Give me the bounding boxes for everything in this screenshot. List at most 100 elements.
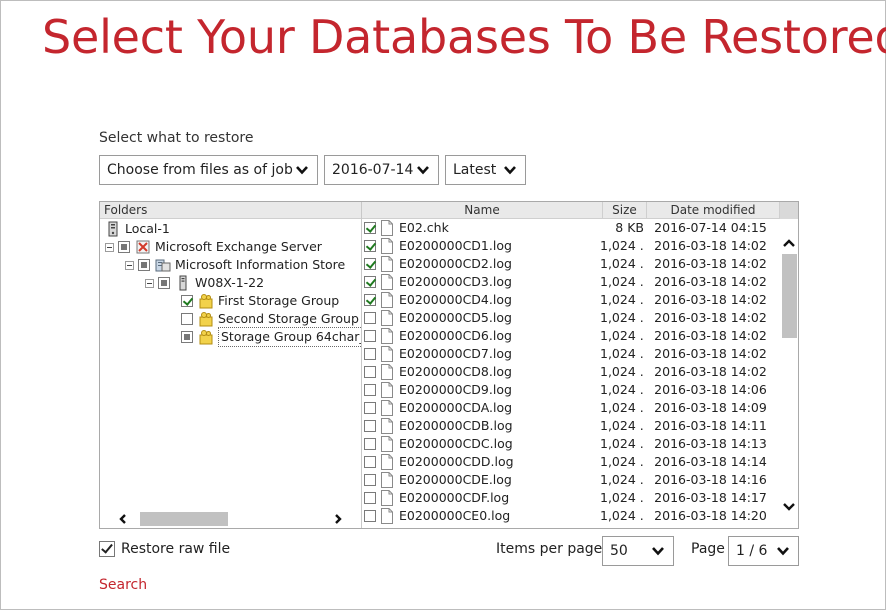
browser-panel: Folders Local-1 Microsoft Exchange Serve…: [99, 201, 799, 529]
file-row[interactable]: E0200000CDB.log 1,024 ... 2016-03-18 14:11: [362, 417, 780, 435]
checkbox[interactable]: [118, 241, 130, 253]
file-checkbox[interactable]: [364, 348, 376, 360]
page-select[interactable]: 1 / 6: [728, 536, 799, 566]
file-row[interactable]: E02.chk 8 KB 2016-07-14 04:15: [362, 219, 780, 237]
file-row[interactable]: E0200000CDE.log 1,024 ... 2016-03-18 14:16: [362, 471, 780, 489]
file-row[interactable]: E0200000CE0.log 1,024 ... 2016-03-18 14:20: [362, 507, 780, 525]
chevron-down-icon: [652, 547, 664, 556]
scroll-left-icon[interactable]: [118, 514, 128, 524]
file-checkbox[interactable]: [364, 510, 376, 522]
restore-raw-checkbox[interactable]: [99, 541, 115, 557]
file-date: 2016-03-18 14:02: [654, 292, 767, 307]
column-header-name[interactable]: Name: [362, 202, 603, 218]
file-date: 2016-03-18 14:02: [654, 238, 767, 253]
file-date: 2016-03-18 14:13: [654, 436, 767, 451]
version-select[interactable]: Latest: [445, 155, 526, 185]
tree-item-second-storage-group[interactable]: Second Storage Group: [181, 310, 359, 328]
file-row[interactable]: E0200000CDC.log 1,024 ... 2016-03-18 14:13: [362, 435, 780, 453]
scroll-thumb[interactable]: [782, 254, 797, 338]
file-checkbox[interactable]: [364, 474, 376, 486]
tree-item-exchange-server[interactable]: Microsoft Exchange Server: [105, 238, 322, 256]
file-checkbox[interactable]: [364, 420, 376, 432]
file-icon: [381, 436, 393, 452]
file-size: 1,024 ...: [600, 328, 644, 343]
collapse-toggle[interactable]: [125, 260, 134, 270]
file-row[interactable]: E0200000CDA.log 1,024 ... 2016-03-18 14:09: [362, 399, 780, 417]
file-checkbox[interactable]: [364, 222, 376, 234]
storage-group-icon: [199, 294, 213, 309]
vertical-scrollbar[interactable]: [780, 202, 798, 528]
file-checkbox[interactable]: [364, 330, 376, 342]
tree-item-w08x[interactable]: W08X-1-22: [145, 274, 264, 292]
file-checkbox[interactable]: [364, 492, 376, 504]
checkbox[interactable]: [181, 313, 193, 325]
file-icon: [381, 274, 393, 290]
restore-raw-file[interactable]: Restore raw file: [99, 541, 230, 557]
file-name: E0200000CD9.log: [399, 382, 512, 397]
collapse-toggle[interactable]: [145, 278, 154, 288]
file-icon: [381, 490, 393, 506]
checkbox[interactable]: [181, 331, 193, 343]
tree-item-label: First Storage Group: [218, 293, 340, 308]
file-icon: [381, 292, 393, 308]
tree-item-first-storage-group[interactable]: First Storage Group: [181, 292, 339, 310]
scroll-right-icon[interactable]: [333, 514, 343, 524]
file-checkbox[interactable]: [364, 294, 376, 306]
horizontal-scrollbar[interactable]: [100, 510, 361, 528]
file-checkbox[interactable]: [364, 438, 376, 450]
file-icon: [381, 328, 393, 344]
scroll-up-icon[interactable]: [783, 238, 795, 248]
file-checkbox[interactable]: [364, 258, 376, 270]
file-checkbox[interactable]: [364, 384, 376, 396]
file-icon: [381, 418, 393, 434]
scroll-down-icon[interactable]: [783, 502, 795, 512]
file-date: 2016-03-18 14:16: [654, 472, 767, 487]
file-icon: [381, 364, 393, 380]
file-row[interactable]: E0200000CDD.log 1,024 ... 2016-03-18 14:14: [362, 453, 780, 471]
file-row[interactable]: E0200000CD2.log 1,024 ... 2016-03-18 14:02: [362, 255, 780, 273]
file-row[interactable]: E0200000CDF.log 1,024 ... 2016-03-18 14:17: [362, 489, 780, 507]
file-row[interactable]: E0200000CD7.log 1,024 ... 2016-03-18 14:02: [362, 345, 780, 363]
checkbox[interactable]: [138, 259, 150, 271]
collapse-toggle[interactable]: [105, 242, 114, 252]
items-per-page-value: 50: [610, 543, 628, 559]
file-checkbox[interactable]: [364, 366, 376, 378]
column-header-date[interactable]: Date modified: [647, 202, 780, 218]
tree-item-local[interactable]: Local-1: [105, 220, 170, 238]
file-name: E0200000CDB.log: [399, 418, 513, 433]
file-checkbox[interactable]: [364, 240, 376, 252]
file-row[interactable]: E0200000CD1.log 1,024 ... 2016-03-18 14:02: [362, 237, 780, 255]
checkbox[interactable]: [158, 277, 170, 289]
file-row[interactable]: E0200000CD9.log 1,024 ... 2016-03-18 14:06: [362, 381, 780, 399]
file-checkbox[interactable]: [364, 312, 376, 324]
file-size: 1,024 ...: [600, 436, 644, 451]
file-checkbox[interactable]: [364, 456, 376, 468]
column-header-size[interactable]: Size: [603, 202, 647, 218]
file-date: 2016-03-18 14:02: [654, 328, 767, 343]
file-name: E0200000CD2.log: [399, 256, 512, 271]
job-select[interactable]: Choose from files as of job: [99, 155, 318, 185]
file-row[interactable]: E0200000CD4.log 1,024 ... 2016-03-18 14:02: [362, 291, 780, 309]
tree-item-storage-group-64char[interactable]: Storage Group 64char_23: [181, 327, 361, 347]
file-row[interactable]: E0200000CD5.log 1,024 ... 2016-03-18 14:02: [362, 309, 780, 327]
checkbox[interactable]: [181, 295, 193, 307]
file-size: 1,024 ...: [600, 382, 644, 397]
chevron-down-icon: [417, 166, 429, 175]
search-link[interactable]: Search: [99, 577, 147, 593]
scroll-thumb[interactable]: [140, 512, 228, 526]
file-row[interactable]: E0200000CD3.log 1,024 ... 2016-03-18 14:02: [362, 273, 780, 291]
storage-group-icon: [199, 330, 213, 345]
file-name: E0200000CDF.log: [399, 490, 510, 505]
file-row[interactable]: E0200000CD6.log 1,024 ... 2016-03-18 14:02: [362, 327, 780, 345]
restore-raw-label: Restore raw file: [121, 541, 231, 557]
items-per-page-select[interactable]: 50: [602, 536, 674, 566]
file-row[interactable]: E0200000CD8.log 1,024 ... 2016-03-18 14:02: [362, 363, 780, 381]
tree-item-label: Storage Group 64char_23: [218, 327, 361, 347]
date-select[interactable]: 2016-07-14: [324, 155, 439, 185]
file-checkbox[interactable]: [364, 402, 376, 414]
file-name: E0200000CD5.log: [399, 310, 512, 325]
page-label: Page: [691, 541, 725, 557]
file-checkbox[interactable]: [364, 276, 376, 288]
file-date: 2016-03-18 14:02: [654, 364, 767, 379]
tree-item-information-store[interactable]: Microsoft Information Store: [125, 256, 345, 274]
